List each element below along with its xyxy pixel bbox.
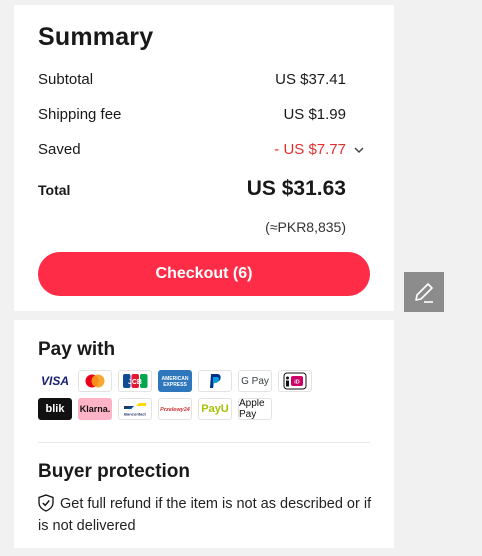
przelewy24-icon: Przelewy24 [158, 398, 192, 420]
summary-card: Summary Subtotal US $37.41 Shipping fee … [14, 5, 394, 311]
shipping-row: Shipping fee US $1.99 [38, 106, 346, 123]
amex-icon: AMERICAN EXPRESS [158, 370, 192, 392]
saved-row[interactable]: Saved - US $7.77 [38, 141, 346, 158]
svg-text:Przelewy24: Przelewy24 [160, 407, 190, 413]
total-value: US $31.63 [246, 177, 346, 200]
chevron-down-icon[interactable] [354, 143, 364, 157]
bancontact-icon: Bancontact [118, 398, 152, 420]
payment-methods-row-1: VISA JCB AMERICAN EXPRESS G Pay iD [38, 370, 312, 392]
mastercard-icon [78, 370, 112, 392]
google-pay-icon: G Pay [238, 370, 272, 392]
payment-card: Pay with VISA JCB AMERICAN EXPRESS G Pay … [14, 320, 394, 548]
buyer-protection-title: Buyer protection [38, 461, 191, 482]
total-row: Total US $31.63 [38, 177, 346, 201]
apple-pay-icon: Apple Pay [238, 398, 272, 420]
subtotal-row: Subtotal US $37.41 [38, 71, 346, 88]
buyer-protection-text: Get full refund if the item is not as de… [38, 493, 374, 537]
saved-value: - US $7.77 [274, 141, 346, 158]
svg-text:EXPRESS: EXPRESS [163, 382, 187, 388]
buyer-protection-description: Get full refund if the item is not as de… [38, 496, 372, 534]
shield-check-icon [38, 494, 54, 512]
shipping-value: US $1.99 [283, 106, 346, 123]
paypal-icon [198, 370, 232, 392]
total-label: Total [38, 182, 71, 198]
subtotal-value: US $37.41 [275, 71, 346, 88]
local-currency-total: (≈PKR8,835) [265, 219, 346, 235]
shipping-label: Shipping fee [38, 106, 122, 123]
klarna-icon: Klarna. [78, 398, 112, 420]
svg-text:Bancontact: Bancontact [124, 412, 146, 417]
payment-methods-row-2: blik Klarna. Bancontact Przelewy24 PayU … [38, 398, 272, 420]
ideal-icon: iD [278, 370, 312, 392]
pencil-icon [415, 283, 433, 303]
summary-title: Summary [38, 23, 154, 51]
edit-button[interactable] [404, 272, 444, 312]
svg-text:JCB: JCB [128, 379, 142, 386]
blik-icon: blik [38, 398, 72, 420]
svg-text:iD: iD [294, 380, 300, 386]
saved-label: Saved [38, 141, 81, 158]
subtotal-label: Subtotal [38, 71, 94, 88]
visa-icon: VISA [38, 370, 72, 392]
jcb-icon: JCB [118, 370, 152, 392]
pay-with-title: Pay with [38, 339, 116, 360]
payu-icon: PayU [198, 398, 232, 420]
checkout-button[interactable]: Checkout (6) [38, 252, 370, 296]
divider [38, 442, 370, 443]
